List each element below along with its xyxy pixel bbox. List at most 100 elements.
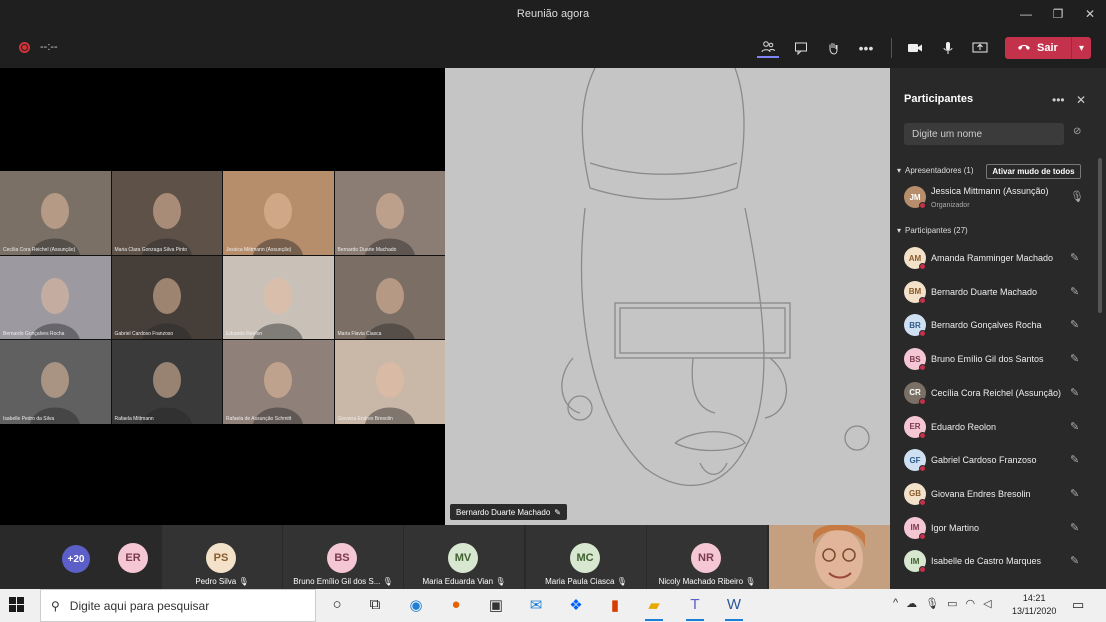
mail-icon[interactable]: ✉ bbox=[525, 596, 547, 614]
participant-search-input[interactable]: Digite um nome bbox=[904, 123, 1064, 145]
participant-name: Amanda Ramminger Machado bbox=[931, 253, 1054, 263]
leave-options-chevron-icon[interactable]: ▾ bbox=[1071, 37, 1091, 59]
chat-icon[interactable] bbox=[790, 38, 812, 58]
presenters-section[interactable]: ▾ Apresentadores (1) bbox=[897, 166, 974, 175]
video-tile[interactable]: Maria Clara Gonzaga Silva Pinto bbox=[111, 171, 222, 255]
participant-row[interactable]: BR Bernardo Gonçalves Rocha ✎ bbox=[904, 312, 1089, 340]
participant-row[interactable]: BS Bruno Emílio Gil dos Santos ✎ bbox=[904, 346, 1089, 374]
minimize-button[interactable]: — bbox=[1010, 0, 1042, 28]
task-view-icon[interactable]: ⧉ bbox=[364, 596, 386, 613]
edge-icon[interactable]: ◉ bbox=[405, 596, 427, 614]
system-clock[interactable]: 14:21 13/11/2020 bbox=[1012, 592, 1056, 618]
mic-off-icon[interactable]: ✎ bbox=[1070, 386, 1079, 399]
video-tile[interactable]: Maria Flavia Ciasca bbox=[334, 255, 445, 340]
participants-icon[interactable] bbox=[757, 38, 779, 58]
leave-label-wrap[interactable]: Sair bbox=[1005, 42, 1071, 54]
notification-icon[interactable]: ▭ bbox=[1072, 597, 1084, 613]
mic-off-icon: 🎙 bbox=[745, 577, 756, 586]
mic-off-icon[interactable]: ✎ bbox=[1070, 487, 1079, 500]
status-dot bbox=[919, 397, 926, 405]
video-tile[interactable]: Isabelle Pedro da Silva bbox=[0, 340, 111, 424]
mic-off-icon[interactable]: ✎ bbox=[1070, 285, 1079, 298]
wifi-icon[interactable]: ◠ bbox=[966, 597, 976, 610]
file-explorer-icon[interactable]: ▰ bbox=[643, 596, 665, 621]
video-tile[interactable]: Bernardo Gonçalves Rocha bbox=[0, 255, 111, 340]
share-invite-icon[interactable]: ⊘ bbox=[1073, 126, 1081, 137]
avatar: NR bbox=[691, 543, 721, 573]
raise-hand-icon[interactable] bbox=[822, 38, 844, 58]
mic-off-icon[interactable]: ✎ bbox=[1070, 554, 1079, 567]
video-tile-name: Rafaela Mittmann bbox=[114, 415, 154, 422]
participants-section[interactable]: ▾ Participantes (27) bbox=[897, 226, 968, 235]
avatar-er[interactable]: ER bbox=[118, 543, 148, 573]
store-icon[interactable]: ▣ bbox=[485, 596, 507, 614]
volume-icon[interactable]: ◁ bbox=[983, 597, 991, 610]
video-tile-name: Giovana Endres Bresolin bbox=[337, 415, 393, 422]
mute-all-button[interactable]: Ativar mudo de todos bbox=[986, 164, 1081, 179]
chevron-down-icon: ▾ bbox=[897, 226, 902, 235]
video-tile[interactable]: Jessica Mittmann (Assunção) bbox=[223, 171, 334, 255]
taskbar-search[interactable]: ⚲ Digite aqui para pesquisar bbox=[40, 589, 316, 622]
strip-tile[interactable]: MC Maria Paula Ciasca 🎙 bbox=[526, 525, 646, 589]
video-grid: Cecília Cora Reichel (Assunção) Maria Cla… bbox=[0, 171, 445, 424]
participant-row[interactable]: IM Igor Martino ✎ bbox=[904, 515, 1089, 543]
more-participants-badge[interactable]: +20 bbox=[62, 545, 90, 573]
mic-icon[interactable]: 🎙 bbox=[1070, 190, 1084, 203]
mic-off-icon[interactable]: ✎ bbox=[1070, 318, 1079, 331]
office-icon[interactable]: ▮ bbox=[604, 596, 626, 614]
participant-row[interactable]: ER Eduardo Reolon ✎ bbox=[904, 414, 1089, 442]
onedrive-icon[interactable]: ☁ bbox=[906, 597, 917, 610]
maximize-button[interactable]: ❐ bbox=[1042, 0, 1074, 28]
video-feed-image bbox=[253, 277, 303, 340]
video-tile[interactable]: Rafaela Mittmann bbox=[111, 340, 222, 424]
mic-off-icon[interactable]: ✎ bbox=[1070, 453, 1079, 466]
dropbox-icon[interactable]: ❖ bbox=[565, 596, 587, 614]
panel-scrollbar[interactable] bbox=[1098, 158, 1102, 313]
panel-more-icon[interactable]: ••• bbox=[1052, 93, 1065, 107]
meeting-toolbar: --:-- ••• bbox=[0, 28, 1106, 68]
video-tile[interactable]: Giovana Endres Bresolin bbox=[334, 340, 445, 424]
video-tile[interactable]: Gabriel Cardoso Franzoso bbox=[111, 255, 222, 340]
mic-off-icon[interactable]: ✎ bbox=[1070, 420, 1079, 433]
video-feed-image bbox=[141, 193, 192, 255]
cortana-icon[interactable]: ○ bbox=[326, 596, 348, 613]
video-tile-name: Maria Clara Gonzaga Silva Pinto bbox=[114, 246, 188, 253]
status-dot bbox=[919, 498, 926, 506]
battery-icon[interactable]: ▭ bbox=[947, 597, 957, 610]
tray-chevron-icon[interactable]: ^ bbox=[893, 597, 898, 610]
panel-close-icon[interactable]: ✕ bbox=[1076, 93, 1086, 107]
video-tile-name: Maria Flavia Ciasca bbox=[337, 331, 382, 338]
strip-tile[interactable]: NR Nicoly Machado Ribeiro 🎙 bbox=[647, 525, 767, 589]
camera-icon[interactable] bbox=[904, 38, 926, 58]
video-feed-image bbox=[30, 277, 80, 340]
strip-tile[interactable]: MV Maria Eduarda Vian 🎙 bbox=[404, 525, 524, 589]
video-tile-name: Eduardo Reolon bbox=[226, 331, 263, 338]
teams-icon[interactable]: T bbox=[684, 596, 706, 621]
participant-row[interactable]: GB Giovana Endres Bresolin ✎ bbox=[904, 481, 1089, 509]
firefox-icon[interactable]: ● bbox=[445, 596, 467, 613]
word-icon[interactable]: W bbox=[723, 596, 745, 621]
more-options-icon[interactable]: ••• bbox=[855, 38, 877, 58]
video-tile[interactable]: Eduardo Reolon bbox=[223, 255, 334, 340]
leave-button[interactable]: Sair ▾ bbox=[1005, 37, 1091, 59]
strip-tile[interactable]: BS Bruno Emílio Gil dos S... 🎙 bbox=[283, 525, 403, 589]
presenter-name: Bernardo Duarte Machado bbox=[456, 507, 551, 517]
participant-row[interactable]: CR Cecília Cora Reichel (Assunção) ✎ bbox=[904, 380, 1089, 408]
video-tile[interactable]: Cecília Cora Reichel (Assunção) bbox=[0, 171, 111, 255]
mic-off-icon[interactable]: ✎ bbox=[1070, 521, 1079, 534]
participant-row[interactable]: AM Amanda Ramminger Machado ✎ bbox=[904, 245, 1089, 273]
participant-row[interactable]: IM Isabelle de Castro Marques ✎ bbox=[904, 548, 1089, 576]
mic-icon[interactable] bbox=[937, 38, 959, 58]
strip-tile[interactable]: PS Pedro Silva 🎙 bbox=[162, 525, 282, 589]
share-screen-icon[interactable] bbox=[969, 38, 991, 58]
mic-off-icon[interactable]: ✎ bbox=[1070, 352, 1079, 365]
tray-mic-icon[interactable]: 🎙 bbox=[925, 597, 939, 610]
video-tile[interactable]: Rafaela de Assunção Schmitt bbox=[223, 340, 334, 424]
windows-start-icon[interactable] bbox=[9, 597, 25, 616]
close-window-button[interactable]: ✕ bbox=[1074, 0, 1106, 28]
participant-row[interactable]: GF Gabriel Cardoso Franzoso ✎ bbox=[904, 447, 1089, 475]
participant-row[interactable]: BM Bernardo Duarte Machado ✎ bbox=[904, 279, 1089, 307]
video-tile[interactable]: Bernardo Duarte Machado bbox=[334, 171, 445, 255]
mic-off-icon[interactable]: ✎ bbox=[1070, 251, 1079, 264]
participant-row[interactable]: JM Jessica Mittmann (Assunção) Organizador… bbox=[904, 184, 1089, 212]
